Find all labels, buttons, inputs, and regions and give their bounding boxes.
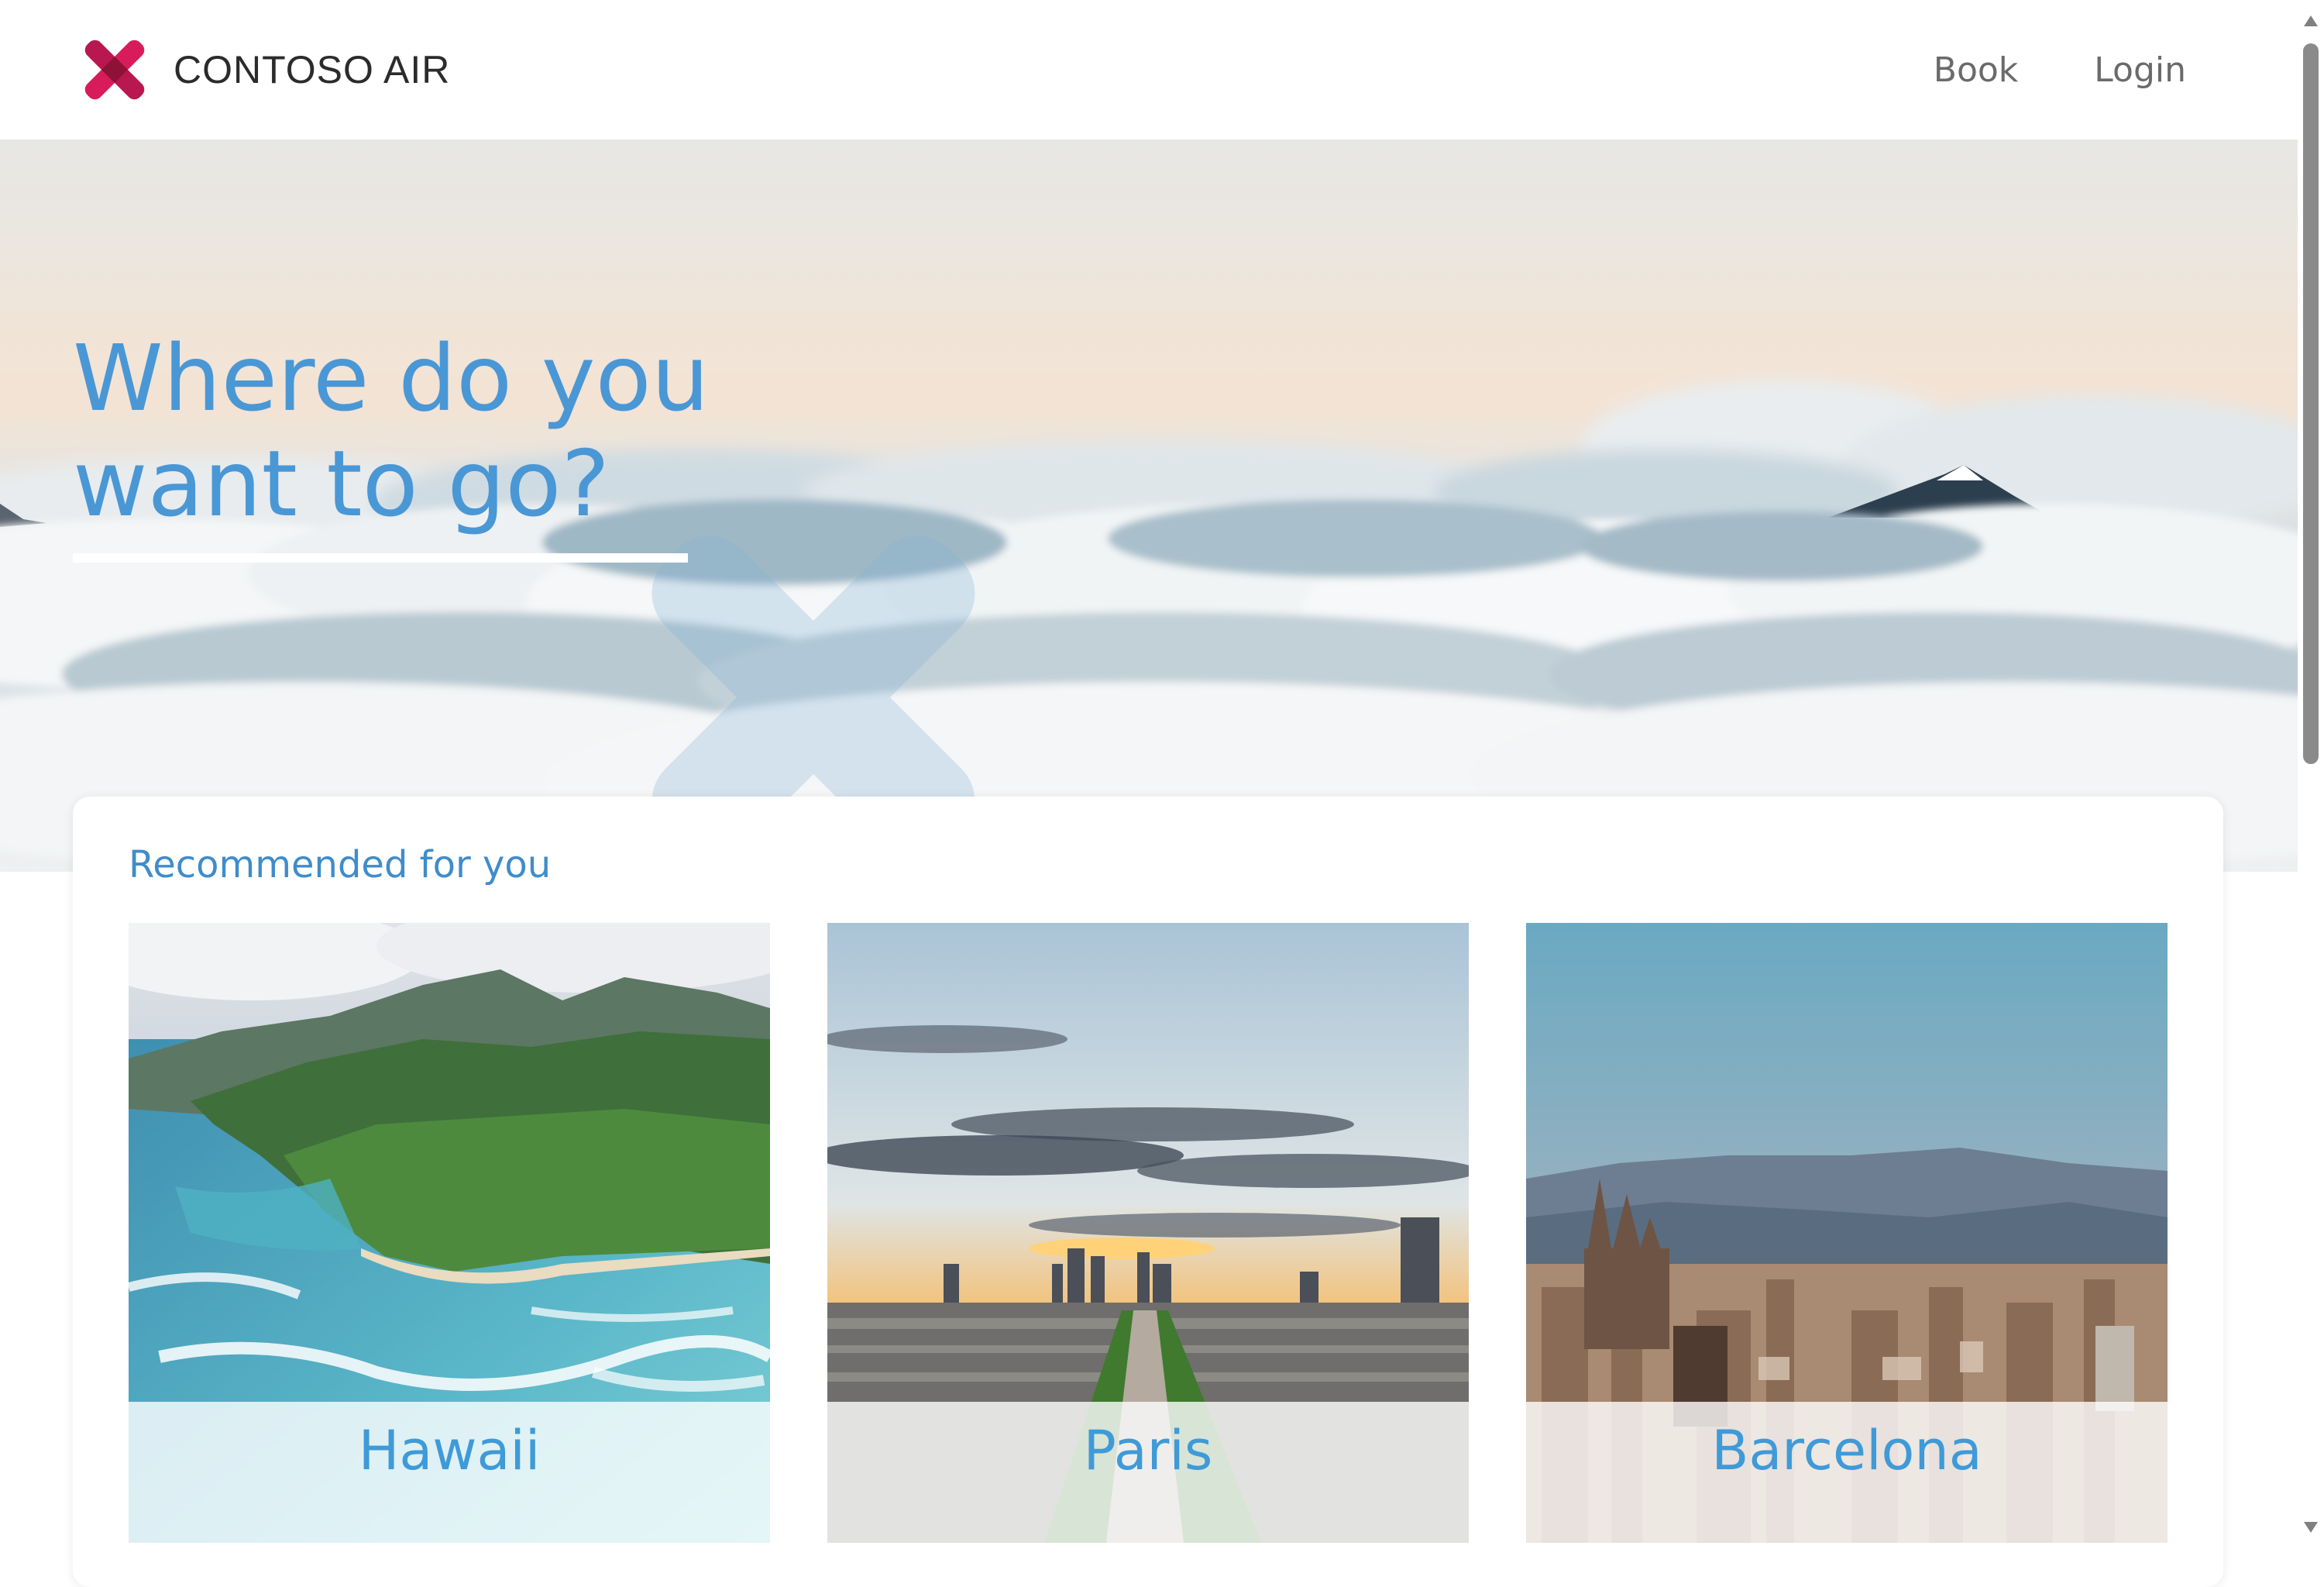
- destination-name: Hawaii: [358, 1419, 541, 1482]
- scrollbar-thumb[interactable]: [2303, 43, 2319, 764]
- scroll-up-arrow-icon[interactable]: [2304, 15, 2318, 26]
- destination-card-barcelona[interactable]: Barcelona: [1526, 923, 2168, 1543]
- destination-card-paris[interactable]: Paris: [827, 923, 1469, 1543]
- brand-name: CONTOSO AIR: [174, 48, 451, 91]
- destination-card-hawaii[interactable]: Hawaii: [129, 923, 770, 1543]
- top-nav-bar: CONTOSO AIR Book Login: [0, 0, 2298, 139]
- nav-login-link[interactable]: Login: [2094, 50, 2186, 90]
- recommended-section: Recommended for you Hawaii Paris Barcelo…: [73, 797, 2223, 1587]
- nav-book-link[interactable]: Book: [1934, 50, 2019, 90]
- hero-title: Where do you want to go?: [73, 325, 710, 537]
- hero-banner: Where do you want to go?: [0, 139, 2298, 872]
- destination-name: Paris: [1083, 1419, 1213, 1482]
- brand[interactable]: CONTOSO AIR: [73, 27, 450, 112]
- destination-name: Barcelona: [1711, 1419, 1982, 1482]
- scroll-down-arrow-icon[interactable]: [2304, 1522, 2318, 1533]
- hero-title-underline: [73, 553, 688, 563]
- main-nav: Book Login: [1934, 50, 2186, 90]
- page-scrollbar[interactable]: [2298, 0, 2324, 1550]
- recommended-title: Recommended for you: [129, 843, 552, 886]
- contoso-logo-icon: [84, 40, 145, 100]
